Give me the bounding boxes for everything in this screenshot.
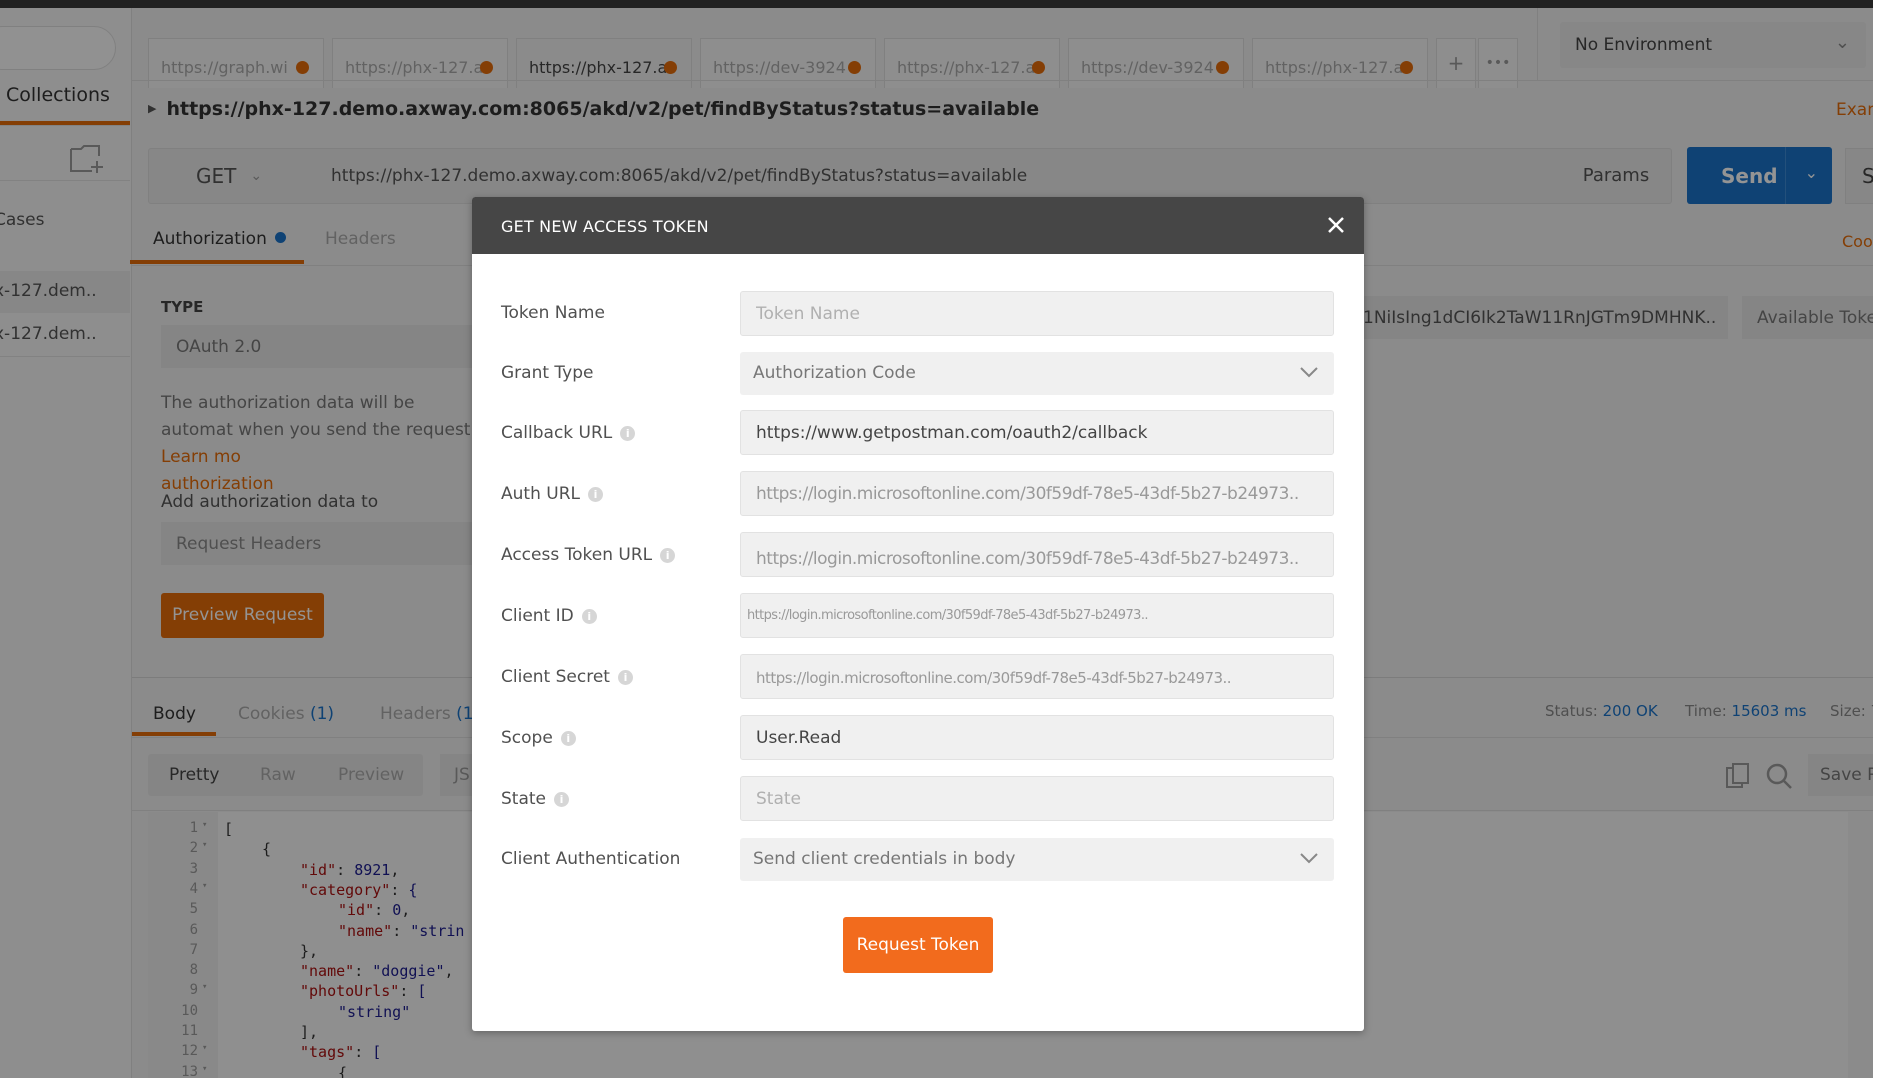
get-new-access-token-modal: GET NEW ACCESS TOKEN Token Name Grant Ty… — [472, 197, 1364, 1031]
client-authentication-label: Client Authentication — [501, 849, 680, 869]
info-icon[interactable]: i — [587, 487, 603, 502]
field-label-text: State — [501, 789, 546, 809]
field-label-text: Callback URL — [501, 423, 613, 443]
client-authentication-select[interactable]: Send client credentials in body — [740, 838, 1334, 881]
grant-type-value: Authorization Code — [753, 363, 916, 383]
info-icon[interactable]: i — [660, 548, 676, 563]
info-icon[interactable]: i — [617, 670, 633, 685]
field-label-text: Grant Type — [501, 363, 594, 383]
field-label-text: Scope — [501, 728, 553, 748]
client-id-label: Client ID i — [501, 606, 597, 626]
client-authentication-value: Send client credentials in body — [753, 849, 1016, 869]
client-id-input[interactable]: https://login.microsoftonline.com/30f59d… — [740, 593, 1334, 638]
info-icon[interactable]: i — [581, 609, 597, 624]
close-icon[interactable] — [1322, 211, 1350, 239]
state-input[interactable] — [740, 776, 1334, 821]
access-token-url-label: Access Token URL i — [501, 545, 676, 565]
field-label-text: Client Authentication — [501, 849, 681, 869]
callback-url-input[interactable]: https://www.getpostman.com/oauth2/callba… — [740, 410, 1334, 455]
info-icon[interactable]: i — [560, 731, 576, 746]
client-secret-label: Client Secret i — [501, 667, 633, 687]
scope-label: Scope i — [501, 728, 576, 748]
request-token-button[interactable]: Request Token — [843, 917, 993, 973]
info-icon[interactable]: i — [620, 426, 636, 441]
access-token-url-input[interactable]: https://login.microsoftonline.com/30f59d… — [740, 532, 1334, 577]
info-icon[interactable]: i — [554, 792, 569, 807]
grant-type-select[interactable]: Authorization Code — [740, 352, 1334, 395]
scope-input[interactable]: User.Read — [740, 715, 1334, 760]
field-label-text: Client Secret — [501, 667, 610, 687]
chevron-down-icon — [1300, 853, 1318, 864]
field-label-text: Access Token URL — [501, 545, 653, 565]
state-label: State i — [501, 789, 569, 809]
token-name-input[interactable] — [740, 291, 1334, 336]
auth-url-input[interactable]: https://login.microsoftonline.com/30f59d… — [740, 471, 1334, 516]
postman-app: Collections Cases x-127.dem.. x-127.dem.… — [0, 0, 1873, 1078]
auth-url-label: Auth URL i — [501, 484, 603, 504]
modal-header: GET NEW ACCESS TOKEN — [472, 197, 1364, 254]
field-label-text: Token Name — [501, 303, 605, 323]
token-name-label: Token Name — [501, 303, 605, 323]
token-name-field[interactable] — [756, 304, 1333, 324]
client-secret-input[interactable]: https://login.microsoftonline.com/30f59d… — [740, 654, 1334, 699]
state-field[interactable] — [756, 789, 1333, 809]
field-label-text: Auth URL — [501, 484, 580, 504]
modal-title: GET NEW ACCESS TOKEN — [501, 217, 709, 236]
field-label-text: Client ID — [501, 606, 574, 626]
grant-type-label: Grant Type — [501, 363, 593, 383]
chevron-down-icon — [1300, 367, 1318, 378]
callback-url-label: Callback URL i — [501, 423, 636, 443]
